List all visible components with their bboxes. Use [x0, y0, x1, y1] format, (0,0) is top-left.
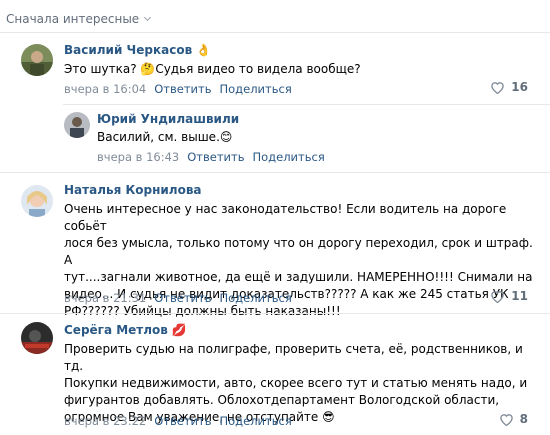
author-name[interactable]: Серёга Метлов	[64, 323, 168, 337]
comment-author[interactable]: Серёга Метлов 💋	[64, 323, 187, 337]
heart-icon	[491, 290, 505, 303]
chevron-down-icon	[144, 13, 152, 22]
share-button[interactable]: Поделиться	[220, 82, 292, 96]
comment-text-line: Проверить судью на полиграфе, проверить …	[64, 342, 523, 373]
comment-time[interactable]: вчера в 16:43	[97, 150, 179, 164]
reply-button[interactable]: Ответить	[187, 150, 244, 164]
heart-icon	[499, 413, 513, 426]
comment-text-line: фигурантов добавлять. Облохотдепартамент…	[64, 393, 500, 407]
comment-meta: вчера в 16:43 Ответить Поделиться	[97, 150, 333, 164]
ok-hand-icon: 👌	[196, 43, 212, 57]
reply-button[interactable]: Ответить	[154, 82, 211, 96]
divider	[0, 172, 550, 173]
comment-text-line: Очень интересное у нас законодательство!…	[64, 202, 507, 233]
comment-author[interactable]: Юрий Ундилашвили	[97, 112, 239, 126]
share-button[interactable]: Поделиться	[253, 150, 325, 164]
comment-text: Василий, см. выше.😊	[97, 129, 232, 146]
divider	[0, 32, 550, 33]
avatar[interactable]	[21, 322, 53, 354]
comment-time[interactable]: вчера в 21:31	[64, 291, 146, 305]
author-name[interactable]: Василий Черкасов	[64, 43, 192, 57]
comment-text-line: Это шутка? 🤔Судья видео то видела вообще…	[64, 62, 361, 76]
like-button[interactable]: 11	[490, 289, 528, 303]
reply-button[interactable]: Ответить	[154, 291, 211, 305]
heart-icon	[491, 81, 505, 94]
avatar[interactable]	[21, 44, 53, 76]
comment-author[interactable]: Василий Черкасов 👌	[64, 43, 211, 57]
comment-meta: вчера в 21:31 Ответить Поделиться	[64, 291, 300, 305]
sort-label: Сначала интересные	[6, 12, 140, 26]
like-count: 16	[511, 80, 528, 94]
comment-meta: вчера в 23:22 Ответить Поделиться	[64, 414, 300, 428]
like-count: 8	[519, 412, 528, 426]
avatar[interactable]	[64, 112, 90, 138]
comment-time[interactable]: вчера в 23:22	[64, 414, 146, 428]
avatar[interactable]	[21, 185, 53, 217]
sort-dropdown[interactable]: Сначала интересные	[6, 10, 152, 28]
comment-text-line: Покупки недвижимости, авто, скорее всего…	[64, 376, 528, 390]
comment-time[interactable]: вчера в 16:04	[64, 82, 146, 96]
comment-text-line: лося без умысла, только потому что он до…	[64, 236, 533, 267]
share-button[interactable]: Поделиться	[220, 414, 292, 428]
like-button[interactable]: 8	[499, 412, 528, 426]
divider	[0, 313, 550, 314]
author-name[interactable]: Наталья Корнилова	[64, 183, 202, 197]
comment-text-line: Василий, см. выше.😊	[97, 130, 233, 144]
divider	[63, 104, 550, 105]
reply-button[interactable]: Ответить	[154, 414, 211, 428]
lips-icon: 💋	[171, 323, 187, 337]
share-button[interactable]: Поделиться	[220, 291, 292, 305]
comment-meta: вчера в 16:04 Ответить Поделиться	[64, 82, 300, 96]
comment-text-line: тут....загнали животное, да ещё и задуши…	[64, 270, 533, 284]
like-button[interactable]: 16	[490, 80, 528, 94]
comment-text-line: РФ?????? Убийцы должны быть наказаны!!!	[64, 304, 341, 318]
like-count: 11	[511, 289, 528, 303]
comment-author[interactable]: Наталья Корнилова	[64, 183, 202, 197]
author-name[interactable]: Юрий Ундилашвили	[97, 112, 239, 126]
comment-text: Это шутка? 🤔Судья видео то видела вообще…	[64, 61, 361, 78]
